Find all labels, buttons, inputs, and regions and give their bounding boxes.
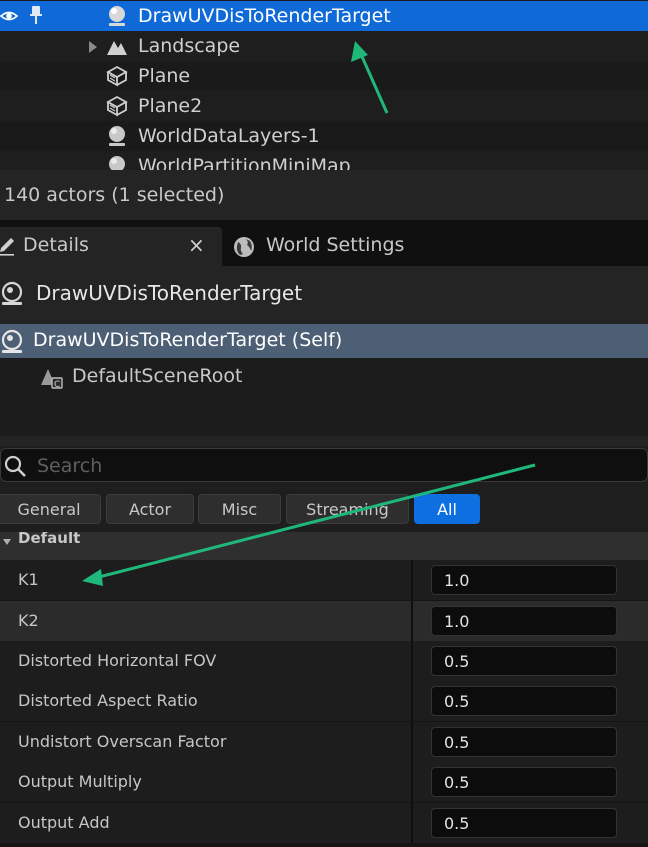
outliner-row-plane2[interactable]: Plane2	[0, 91, 648, 121]
property-value-input[interactable]	[431, 767, 617, 797]
static-mesh-icon	[104, 63, 130, 89]
property-row-distorted-horizontal-fov: Distorted Horizontal FOV	[0, 641, 648, 681]
static-mesh-icon	[104, 93, 130, 119]
close-icon[interactable]: ×	[188, 233, 205, 257]
property-list: K1 K2 Distorted Horizontal FOV Distorted…	[0, 560, 648, 847]
details-search	[0, 446, 648, 484]
filter-bar: General Actor Misc Streaming All	[0, 484, 648, 532]
category-default-header[interactable]: Default	[0, 532, 648, 560]
svg-text:C: C	[54, 380, 60, 390]
actor-sphere-icon	[0, 329, 24, 359]
outliner-row-drawuvdistorendertarget[interactable]: DrawUVDisToRenderTarget	[0, 1, 648, 31]
panel-divider	[0, 436, 648, 446]
world-outliner: DrawUVDisToRenderTarget Landscape Plane …	[0, 0, 648, 170]
outliner-row-label: WorldDataLayers-1	[138, 125, 320, 147]
outliner-row-label: DrawUVDisToRenderTarget	[138, 5, 391, 27]
actor-sphere-icon	[104, 3, 130, 29]
actor-sphere-icon	[0, 281, 24, 311]
panel-tab-bar: Details × World Settings	[0, 220, 648, 266]
tab-world-settings-label: World Settings	[266, 234, 405, 256]
outliner-row-plane[interactable]: Plane	[0, 61, 648, 91]
filter-general-button[interactable]: General	[0, 494, 101, 524]
category-title: Default	[18, 532, 81, 547]
property-label: K2	[18, 611, 39, 630]
landscape-icon	[104, 33, 130, 59]
actor-sphere-icon	[104, 153, 130, 170]
property-label: Distorted Aspect Ratio	[18, 691, 198, 710]
component-tree: DrawUVDisToRenderTarget (Self) C Default…	[0, 324, 648, 436]
property-label: Distorted Horizontal FOV	[18, 651, 217, 670]
tab-world-settings[interactable]: World Settings	[226, 227, 426, 266]
pin-icon[interactable]	[28, 5, 44, 29]
search-box[interactable]	[0, 448, 648, 482]
collapse-arrow-icon	[2, 533, 12, 552]
outliner-row-worlddatalayers[interactable]: WorldDataLayers-1	[0, 121, 648, 151]
tab-details-label: Details	[23, 234, 89, 256]
property-value-input[interactable]	[431, 686, 617, 716]
component-label: DrawUVDisToRenderTarget (Self)	[33, 329, 343, 351]
search-icon	[3, 454, 27, 482]
property-row-output-multiply: Output Multiply	[0, 762, 648, 802]
property-label: Output Add	[18, 813, 110, 832]
property-value-input[interactable]	[431, 606, 617, 636]
property-row-output-add: Output Add	[0, 803, 648, 843]
actor-count-status: 140 actors (1 selected)	[0, 170, 648, 220]
filter-misc-button[interactable]: Misc	[198, 494, 281, 524]
component-label: DefaultSceneRoot	[72, 365, 243, 387]
component-row-defaultsceneroot[interactable]: C DefaultSceneRoot	[0, 360, 648, 394]
outliner-row-label: Landscape	[138, 35, 241, 57]
pencil-icon	[0, 236, 16, 261]
scene-component-icon: C	[38, 365, 64, 395]
search-input[interactable]	[37, 453, 617, 479]
property-value-input[interactable]	[431, 565, 617, 595]
property-value-input[interactable]	[431, 646, 617, 676]
expand-arrow-icon[interactable]	[88, 39, 98, 58]
component-row-self[interactable]: DrawUVDisToRenderTarget (Self)	[0, 324, 648, 358]
property-value-input[interactable]	[431, 727, 617, 757]
property-row-undistort-overscan-factor: Undistort Overscan Factor	[0, 722, 648, 762]
outliner-row-label: Plane2	[138, 95, 203, 117]
globe-icon	[232, 235, 256, 264]
property-row-k1: K1	[0, 560, 648, 600]
property-label: Output Multiply	[18, 772, 142, 791]
details-actor-header: DrawUVDisToRenderTarget	[0, 266, 648, 324]
outliner-row-label: WorldPartitionMiniMap	[138, 155, 351, 170]
actor-sphere-icon	[104, 123, 130, 149]
filter-actor-button[interactable]: Actor	[106, 494, 194, 524]
filter-streaming-button[interactable]: Streaming	[286, 494, 409, 524]
visibility-eye-icon[interactable]	[0, 7, 19, 29]
outliner-row-label: Plane	[138, 65, 191, 87]
filter-all-button[interactable]: All	[414, 494, 480, 524]
property-value-input[interactable]	[431, 808, 617, 838]
property-row-k2: K2	[0, 601, 648, 641]
property-row-distorted-aspect-ratio: Distorted Aspect Ratio	[0, 681, 648, 721]
property-label: K1	[18, 570, 39, 589]
tab-details[interactable]: Details ×	[0, 227, 222, 266]
actor-name: DrawUVDisToRenderTarget	[36, 281, 303, 305]
outliner-row-worldpartitionminimap[interactable]: WorldPartitionMiniMap	[0, 151, 648, 170]
property-label: Undistort Overscan Factor	[18, 732, 227, 751]
outliner-row-landscape[interactable]: Landscape	[0, 31, 648, 61]
